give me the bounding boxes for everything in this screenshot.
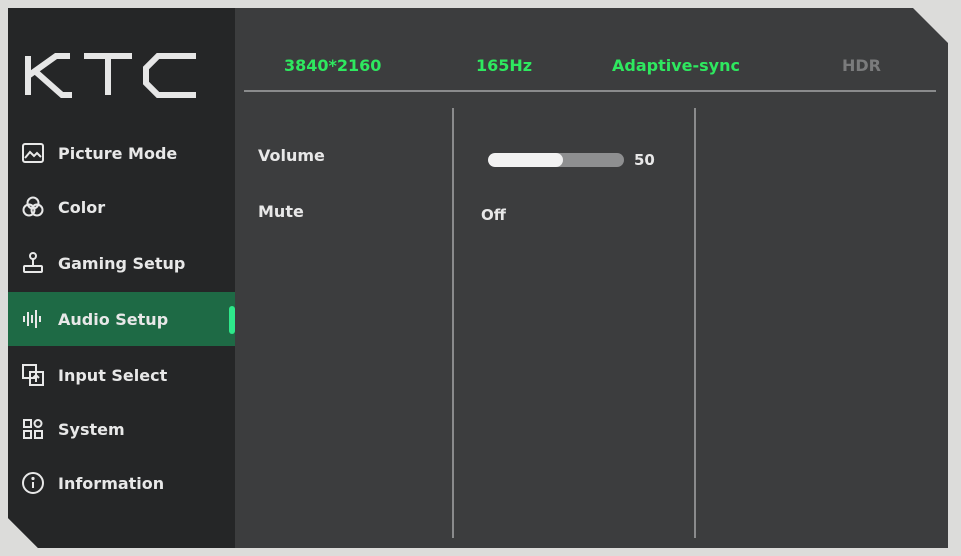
menu-item-input-select[interactable]: Input Select [8, 348, 235, 402]
menu-item-audio-setup[interactable]: Audio Setup [8, 292, 235, 346]
system-grid-icon [20, 416, 46, 442]
status-resolution: 3840*2160 [284, 56, 382, 75]
menu-label-color: Color [58, 197, 106, 217]
menu-label-information: Information [58, 473, 165, 493]
column-divider-2 [694, 108, 696, 538]
color-circles-icon [20, 194, 46, 220]
header-divider [244, 90, 936, 92]
menu-label-gaming-setup: Gaming Setup [58, 253, 186, 273]
setting-mute[interactable]: Mute [258, 202, 304, 221]
volume-slider-fill [488, 153, 563, 167]
setting-volume[interactable]: Volume [258, 146, 325, 165]
status-adaptive-sync: Adaptive-sync [612, 56, 740, 75]
menu-label-system: System [58, 419, 125, 439]
menu-label-picture-mode: Picture Mode [58, 143, 178, 163]
sidebar: Picture Mode Color Gaming Setup Audio Se… [8, 8, 235, 548]
column-divider-1 [452, 108, 454, 538]
volume-slider[interactable] [488, 153, 624, 167]
status-refresh-rate: 165Hz [476, 56, 533, 75]
volume-value: 50 [634, 151, 655, 169]
osd-panel: Picture Mode Color Gaming Setup Audio Se… [8, 8, 948, 548]
menu-label-audio-setup: Audio Setup [58, 309, 169, 329]
ktc-logo [22, 48, 202, 103]
mute-value: Off [481, 206, 506, 224]
menu-label-input-select: Input Select [58, 365, 168, 385]
menu-item-gaming-setup[interactable]: Gaming Setup [8, 236, 235, 290]
menu-item-color[interactable]: Color [8, 180, 235, 234]
audio-wave-icon [20, 306, 46, 332]
input-icon [20, 362, 46, 388]
active-indicator [229, 306, 235, 334]
menu-item-information[interactable]: Information [8, 456, 235, 510]
joystick-icon [20, 250, 46, 276]
picture-icon [20, 140, 46, 166]
status-hdr: HDR [842, 56, 881, 75]
status-bar: 3840*2160 165Hz Adaptive-sync HDR [244, 48, 934, 88]
menu-item-picture-mode[interactable]: Picture Mode [8, 126, 235, 180]
menu-item-system[interactable]: System [8, 402, 235, 456]
info-icon [20, 470, 46, 496]
